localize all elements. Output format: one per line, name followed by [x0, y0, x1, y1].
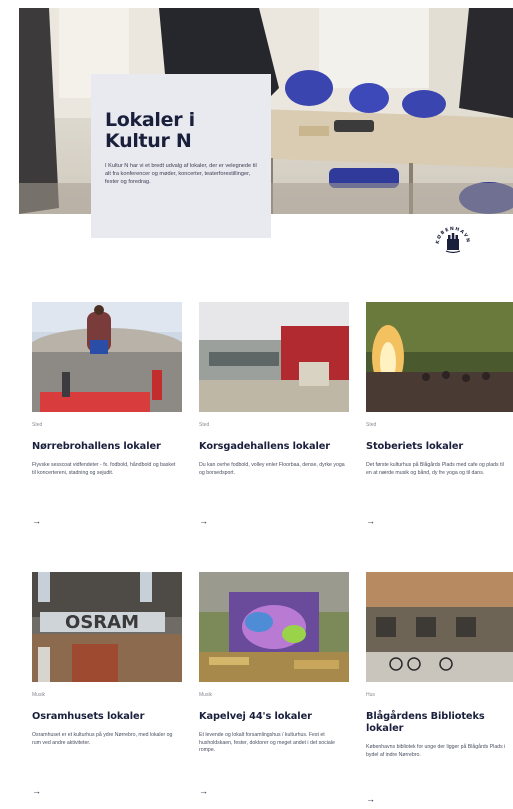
card-title[interactable]: Blågårdens Biblioteks lokaler — [366, 711, 513, 735]
arrow-right-icon[interactable]: → — [32, 786, 41, 796]
arrow-right-icon[interactable]: → — [366, 516, 375, 526]
card-image[interactable] — [199, 572, 349, 682]
card-noerrebrohallen[interactable]: Sted Nørrebrohallens lokaler Flyvske ses… — [32, 302, 184, 526]
hero-description: I Kultur N har vi et bredt udvalg af lok… — [105, 163, 257, 185]
card-image[interactable] — [366, 302, 513, 412]
card-title[interactable]: Korsgadehallens lokaler — [199, 441, 351, 453]
card-osramhuset[interactable]: OSRAM Musik Osramhusets lokaler Osramhus… — [32, 572, 184, 796]
arrow-right-icon[interactable]: → — [32, 516, 41, 526]
card-image[interactable] — [32, 302, 182, 412]
card-tag: Musik — [199, 692, 213, 698]
card-image[interactable]: OSRAM — [32, 572, 182, 682]
card-kapelvej-44[interactable]: Musik Kapelvej 44's lokaler Et levende o… — [199, 572, 351, 796]
card-tag: Sted — [199, 422, 210, 428]
card-image[interactable] — [366, 572, 513, 682]
card-tag: Sted — [366, 422, 377, 428]
card-description: Et levende og lokalt forsamlingshus / ku… — [199, 732, 335, 754]
card-description: Københavns bibliotek for unge der ligger… — [366, 744, 506, 758]
svg-text:OSRAM: OSRAM — [65, 612, 139, 633]
card-title[interactable]: Nørrebrohallens lokaler — [32, 441, 184, 453]
card-korsgadehallen[interactable]: Sted Korsgadehallens lokaler Du kan ovrh… — [199, 302, 351, 526]
card-tag: Sted — [32, 422, 43, 428]
card-stoeberiet[interactable]: Sted Stoberiets lokaler Det første kultu… — [366, 302, 513, 526]
card-description: Du kan ovrhe fodbold, volley enler Floor… — [199, 462, 345, 476]
card-blaagaardens-bibliotek[interactable]: Hus Blågårdens Biblioteks lokaler Københ… — [366, 572, 513, 804]
card-tag: Musik — [32, 692, 46, 698]
card-tag: Hus — [366, 692, 375, 698]
card-title[interactable]: Osramhusets lokaler — [32, 711, 184, 723]
card-description: Flyvske sesscoat vidfendeter - fx. fodbo… — [32, 462, 176, 476]
arrow-right-icon[interactable]: → — [199, 516, 208, 526]
card-title[interactable]: Kapelvej 44's lokaler — [199, 711, 351, 723]
card-title[interactable]: Stoberiets lokaler — [366, 441, 513, 453]
arrow-right-icon[interactable]: → — [366, 794, 375, 804]
hero-info-panel: Lokaler i Kultur N I Kultur N har vi et … — [91, 74, 271, 238]
koebenhavn-seal-icon[interactable]: KØBENHAVN — [433, 224, 473, 264]
card-description: Det første kulturhus på Blågårds Plads m… — [366, 462, 504, 476]
arrow-right-icon[interactable]: → — [199, 786, 208, 796]
card-description: Osramhuset er et kulturhus på ydre Nørre… — [32, 732, 173, 746]
card-image[interactable] — [199, 302, 349, 412]
page-title: Lokaler i Kultur N — [105, 109, 195, 152]
